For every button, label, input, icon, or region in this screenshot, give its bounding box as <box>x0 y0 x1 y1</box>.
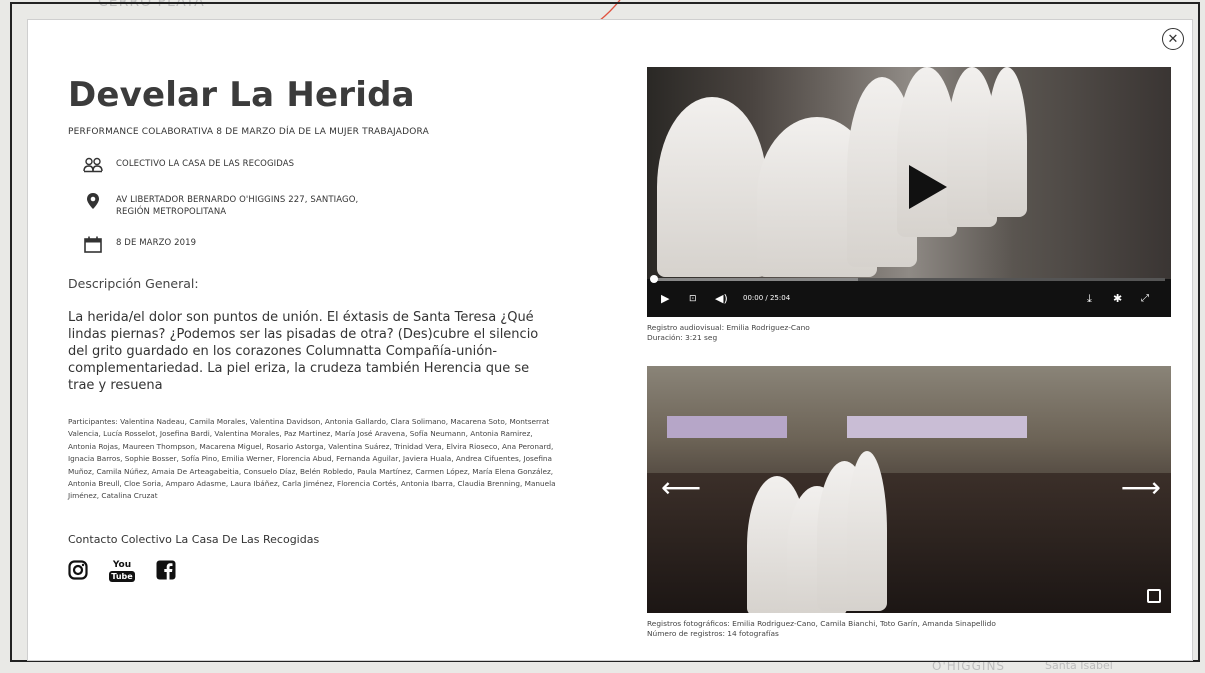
gallery-photo-crowd <box>647 473 1171 613</box>
gallery-photo-banner <box>847 416 1027 438</box>
video-credit: Registro audiovisual: Emilia Rodriguez-C… <box>647 323 810 332</box>
arrow-left-icon[interactable]: ⟵ <box>661 474 701 502</box>
subtitles-icon[interactable]: ⊡ <box>689 293 697 305</box>
close-icon: ✕ <box>1167 31 1179 47</box>
description-body: La herida/el dolor son puntos de unión. … <box>68 310 539 393</box>
video-caption: Registro audiovisual: Emilia Rodriguez-C… <box>647 323 1171 343</box>
project-info: Develar La Herida PERFORMANCE COLABORATI… <box>68 75 568 584</box>
gallery-photo-figure <box>847 451 887 611</box>
settings-icon[interactable]: ✱ <box>1113 293 1122 305</box>
video-duration: Duración: 3:21 seg <box>647 333 718 342</box>
video-controls: ▶ ⊡ ◀) 00:00 / 25:04 ⤓ ✱ ⤢ <box>647 275 1171 317</box>
participants-list: Participantes: Valentina Nadeau, Camila … <box>68 417 556 501</box>
gallery-fullscreen-icon[interactable] <box>1147 589 1161 603</box>
meta-collective: COLECTIVO LA CASA DE LAS RECOGIDAS <box>68 155 568 175</box>
social-links: You Tube <box>68 560 568 584</box>
gallery-credit: Registros fotográficos: Emilia Rodriguez… <box>647 619 996 628</box>
event-date: 8 DE MARZO 2019 <box>116 238 197 248</box>
arrow-right-icon[interactable]: ⟶ <box>1121 474 1161 502</box>
calendar-icon <box>82 234 104 254</box>
video-time: 00:00 / 25:04 <box>743 294 791 302</box>
gallery-caption: Registros fotográficos: Emilia Rodriguez… <box>647 619 1171 639</box>
gallery-count: Número de registros: 14 fotografías <box>647 629 779 638</box>
address-line-2: REGIÓN METROPOLITANA <box>116 207 227 217</box>
video-scrubber[interactable] <box>650 275 658 283</box>
video-player[interactable]: ▶ ⊡ ◀) 00:00 / 25:04 ⤓ ✱ ⤢ <box>647 67 1171 317</box>
fullscreen-icon[interactable]: ⤢ <box>1141 293 1149 305</box>
address-line-1: AV LIBERTADOR BERNARDO O'HIGGINS 227, SA… <box>116 195 359 205</box>
video-buffer <box>653 278 858 281</box>
location-pin-icon <box>82 191 104 211</box>
volume-icon[interactable]: ◀) <box>715 293 728 305</box>
photo-gallery: ⟵ ⟶ <box>647 366 1171 613</box>
address: AV LIBERTADOR BERNARDO O'HIGGINS 227, SA… <box>116 191 358 218</box>
contact-label: Contacto Colectivo La Casa De Las Recogi… <box>68 532 320 546</box>
project-subtitle: PERFORMANCE COLABORATIVA 8 DE MARZO DÍA … <box>68 127 429 137</box>
description-heading: Descripción General: <box>68 276 199 291</box>
meta-date: 8 DE MARZO 2019 <box>68 234 568 254</box>
play-icon[interactable] <box>909 165 947 209</box>
project-title: Develar La Herida <box>68 75 415 115</box>
video-frame-figure <box>657 97 767 277</box>
video-frame-figure <box>987 67 1027 217</box>
video-progress-bar[interactable] <box>650 275 1165 283</box>
media-column: ▶ ⊡ ◀) 00:00 / 25:04 ⤓ ✱ ⤢ Registro audi… <box>647 67 1171 639</box>
project-meta: COLECTIVO LA CASA DE LAS RECOGIDAS AV LI… <box>68 155 568 254</box>
group-icon <box>82 155 104 175</box>
close-button[interactable]: ✕ <box>1162 28 1184 50</box>
youtube-tube: Tube <box>109 571 135 583</box>
gallery-photo-banner <box>667 416 787 438</box>
facebook-icon[interactable] <box>156 560 176 584</box>
project-modal: ✕ Develar La Herida PERFORMANCE COLABORA… <box>27 19 1193 661</box>
download-icon[interactable]: ⤓ <box>1087 293 1092 305</box>
collective-name: COLECTIVO LA CASA DE LAS RECOGIDAS <box>116 159 295 169</box>
youtube-icon[interactable]: You Tube <box>109 560 135 583</box>
youtube-you: You <box>112 560 132 571</box>
meta-address: AV LIBERTADOR BERNARDO O'HIGGINS 227, SA… <box>68 191 568 218</box>
instagram-icon[interactable] <box>68 560 88 584</box>
play-button[interactable]: ▶ <box>661 293 669 305</box>
